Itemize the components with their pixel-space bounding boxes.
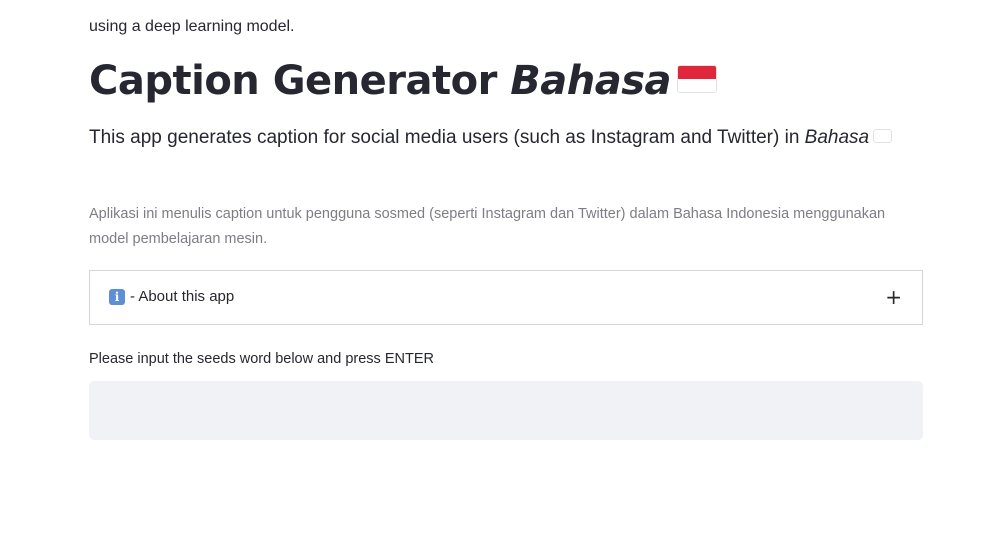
indonesia-flag-icon bbox=[873, 128, 893, 143]
intro-paragraph: This app generates caption for social me… bbox=[89, 122, 923, 153]
seed-word-input[interactable] bbox=[89, 381, 923, 440]
indonesia-flag-icon bbox=[677, 65, 717, 93]
about-app-expander[interactable]: i - About this app + bbox=[89, 270, 923, 325]
seed-input-label: Please input the seeds word below and pr… bbox=[89, 351, 434, 367]
caption-text: Aplikasi ini menulis caption untuk pengg… bbox=[89, 206, 886, 247]
title-emphasis: Bahasa bbox=[510, 58, 671, 104]
intro-text-after: using a deep learning model. bbox=[89, 18, 295, 35]
plus-icon[interactable]: + bbox=[885, 285, 902, 309]
intro-text-before: This app generates caption for social me… bbox=[89, 127, 800, 148]
info-icon: i bbox=[109, 289, 125, 305]
page-title: Caption Generator Bahasa bbox=[89, 55, 717, 107]
intro-emphasis: Bahasa bbox=[804, 127, 870, 148]
main-content: Caption Generator Bahasa This app genera… bbox=[89, 0, 923, 440]
title-main: Caption Generator bbox=[89, 58, 497, 104]
expander-label: - About this app bbox=[130, 288, 235, 305]
